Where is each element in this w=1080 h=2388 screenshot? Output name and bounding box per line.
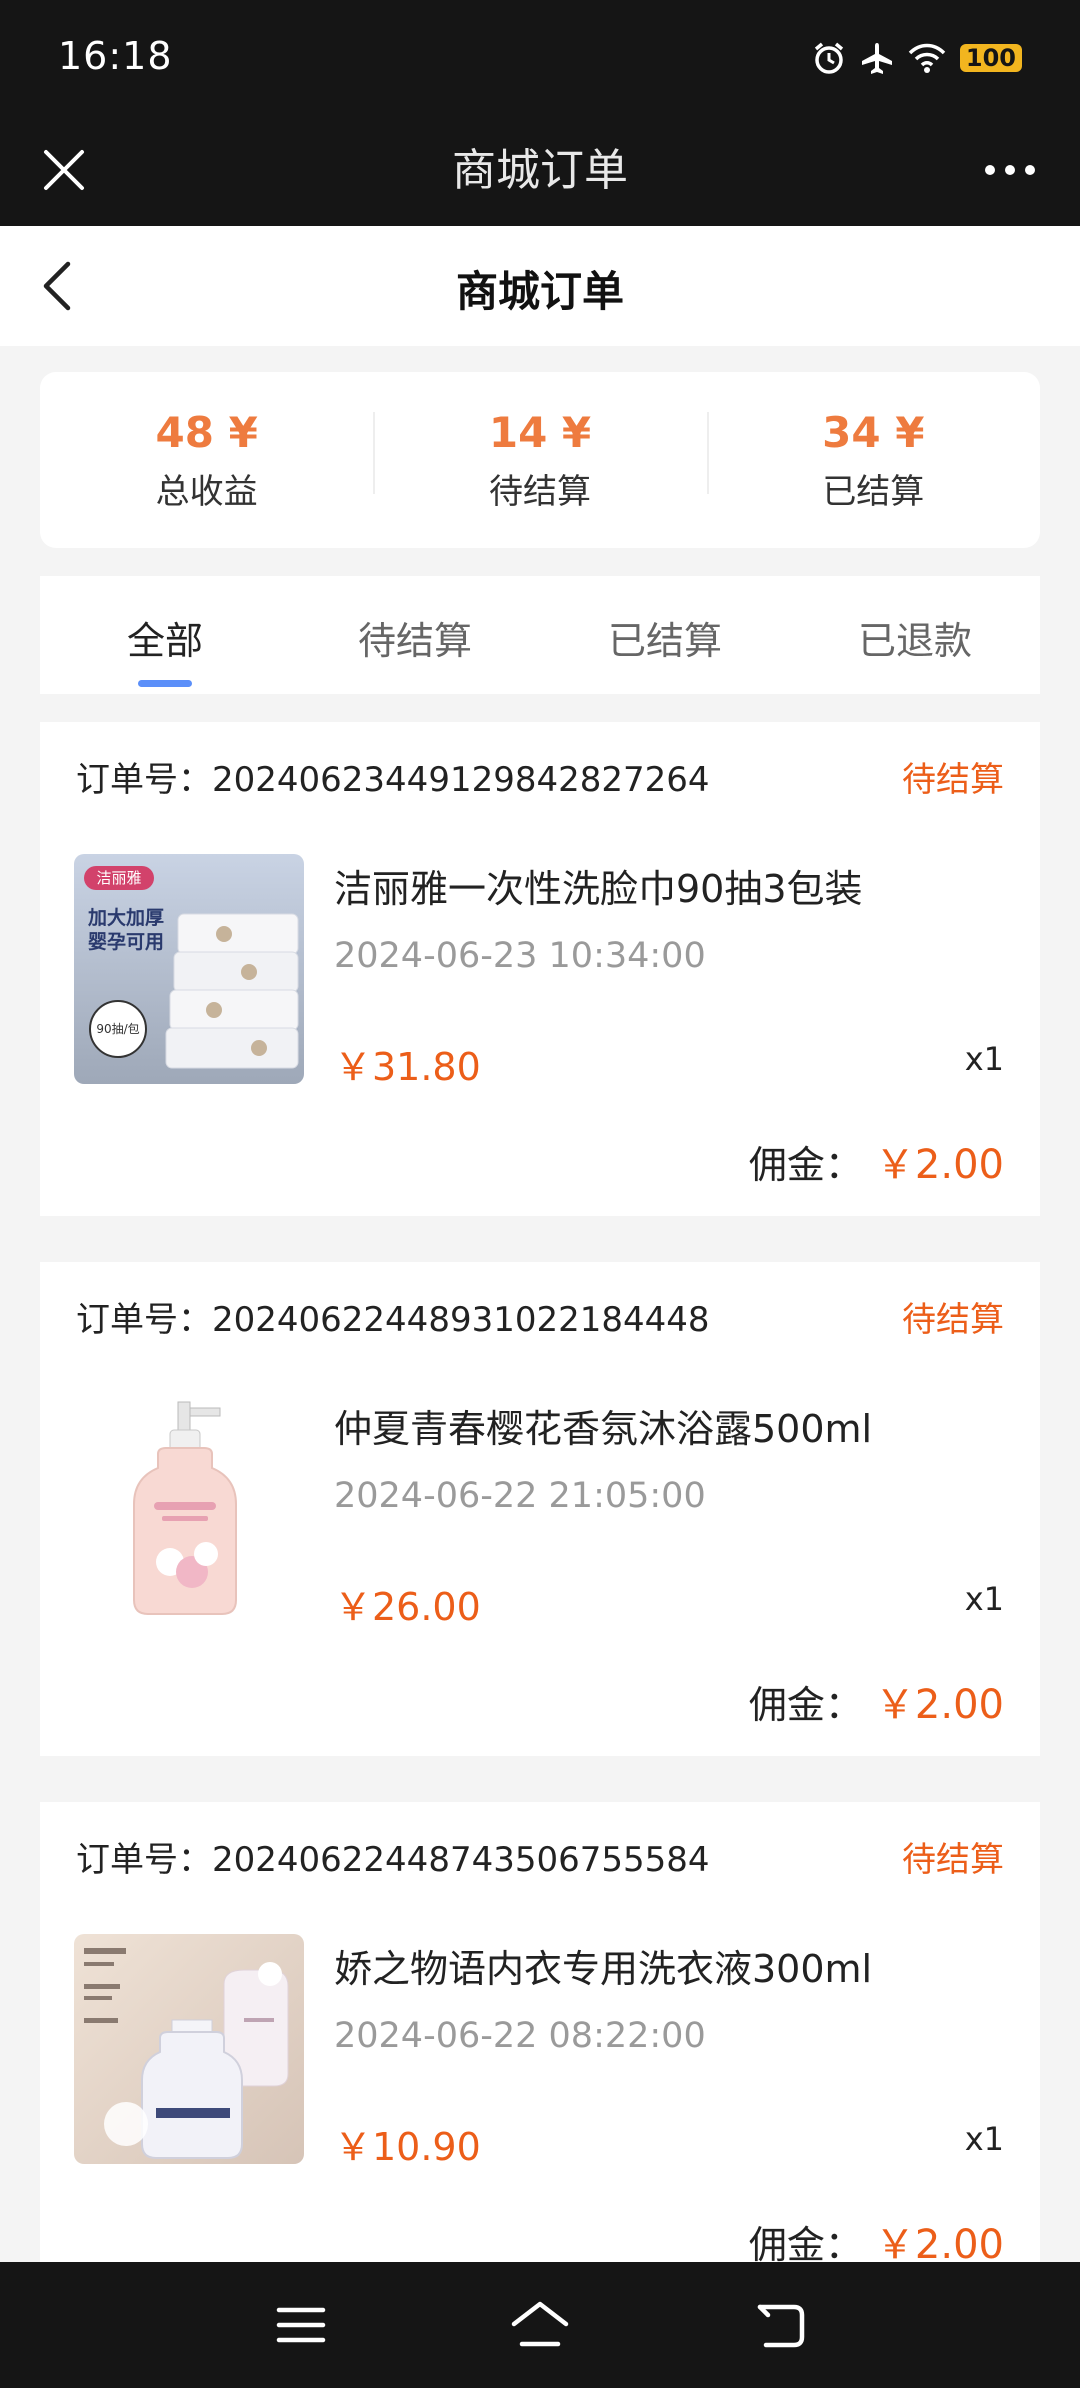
order-time: 2024-06-22 08:22:00 (334, 2016, 706, 2056)
stat-value: 34 ¥ (822, 408, 925, 457)
stat-pending: 14 ¥ 待结算 (373, 406, 706, 514)
battery-icon: 100 (959, 44, 1022, 72)
quantity: x1 (964, 2120, 1004, 2158)
commission: 佣金： ￥2.00 (749, 1132, 1004, 1190)
earnings-summary: 48 ¥ 总收益 14 ¥ 待结算 34 ¥ 已结算 (40, 372, 1040, 548)
menu-button[interactable] (266, 2292, 336, 2358)
svg-text:90抽/包: 90抽/包 (96, 1022, 139, 1036)
alarm-icon (812, 41, 846, 75)
stat-label: 已结算 (822, 472, 925, 512)
status-bar: 16:18 100 (0, 0, 1080, 114)
back-icon (757, 2304, 805, 2348)
order-tabs: 全部 待结算 已结算 已退款 (40, 576, 1040, 694)
more-icon-dot (985, 165, 995, 175)
product-image[interactable] (74, 1394, 304, 1624)
back-nav-button[interactable] (745, 2292, 815, 2358)
product-image[interactable] (74, 1934, 304, 2164)
quantity: x1 (964, 1580, 1004, 1618)
status-icons: 100 (812, 40, 1022, 76)
product-price: ￥31.80 (334, 1045, 481, 1089)
system-nav-bar (0, 2262, 1080, 2388)
commission-label: 佣金： (748, 1683, 863, 1727)
stat-value: 48 ¥ (155, 408, 258, 457)
order-card[interactable]: 订单号：20240622448743506755584 待结算 娇之物语内衣专用… (40, 1802, 1040, 2268)
order-number: 订单号：20240622448931022184448 (76, 1300, 710, 1340)
page-header: 商城订单 (0, 226, 1080, 346)
order-number: 订单号：20240622448743506755584 (76, 1840, 710, 1880)
product-name[interactable]: 洁丽雅一次性洗脸巾90抽3包装 (334, 858, 863, 913)
page-title: 商城订单 (455, 267, 624, 316)
stat-total-earnings: 48 ¥ 总收益 (40, 406, 373, 514)
product-name[interactable]: 娇之物语内衣专用洗衣液300ml (334, 1938, 872, 1993)
more-button[interactable] (970, 136, 1050, 204)
more-icon-dot (1005, 165, 1015, 175)
product-price: ￥26.00 (334, 1585, 481, 1629)
svg-text:婴孕可用: 婴孕可用 (88, 931, 164, 953)
order-status: 待结算 (902, 760, 1004, 800)
order-status: 待结算 (902, 1840, 1004, 1880)
tab-settled[interactable]: 已结算 (540, 576, 790, 694)
airplane-icon (860, 41, 894, 75)
product-price: ￥10.90 (334, 2125, 481, 2169)
stat-label: 待结算 (488, 472, 591, 512)
commission: 佣金： ￥2.00 (749, 1672, 1004, 1730)
tab-all[interactable]: 全部 (40, 576, 290, 694)
stat-settled: 34 ¥ 已结算 (706, 406, 1040, 514)
order-card[interactable]: 订单号：20240622448931022184448 待结算 仲夏青春樱花香氛… (40, 1262, 1040, 1756)
more-icon-dot (1025, 165, 1035, 175)
stat-label: 总收益 (155, 472, 258, 512)
quantity: x1 (964, 1040, 1004, 1078)
home-icon (511, 2301, 569, 2347)
order-number: 订单号：20240623449129842827264 (76, 760, 710, 800)
product-name[interactable]: 仲夏青春樱花香氛沐浴露500ml (334, 1398, 872, 1453)
commission-amount: ￥2.00 (874, 1682, 1004, 1728)
commission-label: 佣金： (748, 2223, 863, 2267)
svg-text:洁丽雅: 洁丽雅 (96, 869, 141, 887)
home-button[interactable] (505, 2292, 575, 2358)
product-image[interactable]: 洁丽雅 加大加厚 婴孕可用 90抽/包 (74, 854, 304, 1084)
app-bar: 商城订单 (0, 114, 1080, 226)
order-time: 2024-06-23 10:34:00 (334, 936, 706, 976)
svg-text:加大加厚: 加大加厚 (87, 906, 164, 929)
commission-label: 佣金： (748, 1143, 863, 1187)
menu-icon (276, 2307, 326, 2343)
order-status: 待结算 (902, 1300, 1004, 1340)
order-card[interactable]: 订单号：20240623449129842827264 待结算 洁丽雅 加大加厚… (40, 722, 1040, 1216)
wifi-icon (908, 42, 946, 74)
order-time: 2024-06-22 21:05:00 (334, 1476, 706, 1516)
tab-refunded[interactable]: 已退款 (790, 576, 1040, 694)
tab-pending[interactable]: 待结算 (290, 576, 540, 694)
app-title: 商城订单 (452, 145, 628, 196)
stat-value: 14 ¥ (488, 408, 592, 457)
commission-amount: ￥2.00 (874, 1142, 1004, 1188)
status-time: 16:18 (58, 34, 173, 78)
